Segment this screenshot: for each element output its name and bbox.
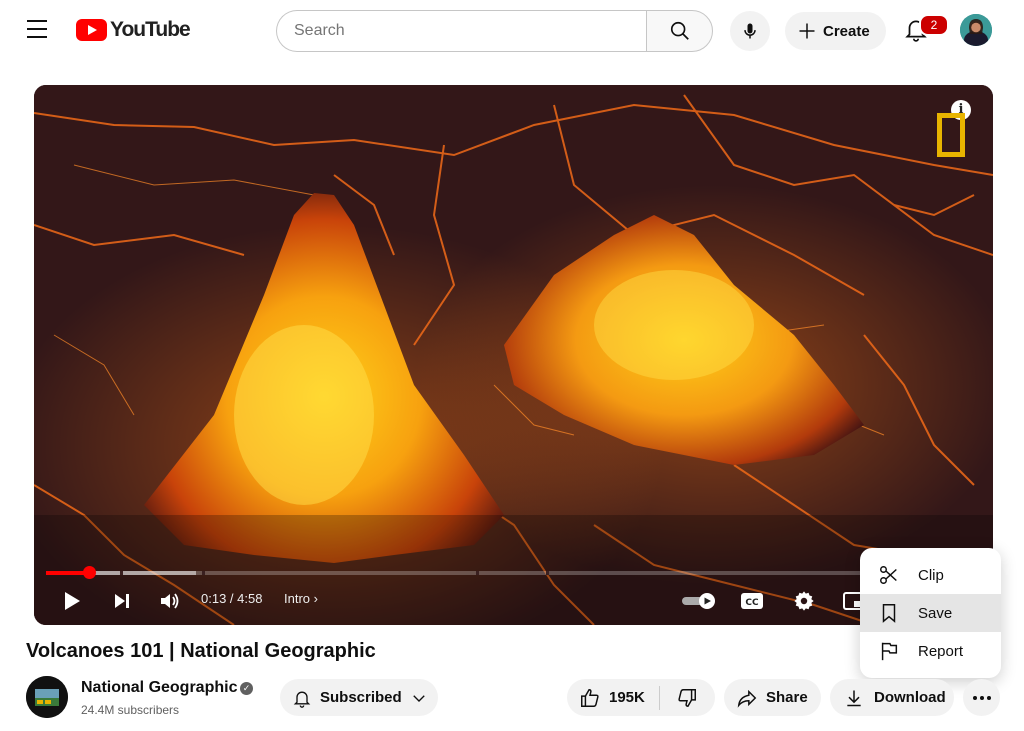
thumbs-down-icon xyxy=(678,688,696,707)
account-avatar[interactable] xyxy=(960,14,992,46)
volume-button[interactable] xyxy=(156,583,184,619)
bell-icon xyxy=(293,691,311,708)
thumbs-up-icon xyxy=(581,688,599,707)
channel-logo-icon xyxy=(26,676,68,718)
verified-check-icon: ✓ xyxy=(240,682,253,695)
menu-item-save[interactable]: Save xyxy=(860,594,1001,632)
share-arrow-icon xyxy=(737,689,757,708)
user-avatar-icon xyxy=(960,14,992,46)
autoplay-toggle-icon xyxy=(682,593,715,609)
next-button[interactable] xyxy=(108,583,136,619)
menu-icon[interactable] xyxy=(27,20,51,40)
svg-text:CC: CC xyxy=(745,598,759,608)
channel-avatar[interactable] xyxy=(26,676,68,718)
voice-search-button[interactable] xyxy=(730,11,770,51)
national-geographic-watermark-icon xyxy=(937,113,965,157)
chapter-label: Intro xyxy=(284,591,311,606)
menu-item-label: Clip xyxy=(918,566,944,584)
menu-item-label: Save xyxy=(918,604,953,622)
like-dislike-group: 195K xyxy=(567,679,715,716)
play-button[interactable] xyxy=(58,583,86,619)
notification-badge: 2 xyxy=(919,14,949,36)
time-display: 0:13 / 4:58 xyxy=(201,591,263,606)
share-button[interactable]: Share xyxy=(724,679,821,716)
chapter-marker xyxy=(202,571,205,575)
notifications-button[interactable]: 2 xyxy=(903,14,949,48)
logo-text: YouTube xyxy=(110,18,191,41)
chevron-down-icon xyxy=(412,694,425,702)
player-controls: 0:13 / 4:58 Intro › CC xyxy=(34,583,993,619)
chapter-marker xyxy=(120,571,123,575)
skip-next-icon xyxy=(115,594,129,608)
progress-bar[interactable] xyxy=(46,566,981,579)
bookmark-icon xyxy=(882,604,896,623)
like-button[interactable]: 195K xyxy=(567,679,645,716)
flag-icon xyxy=(881,642,898,661)
chapter-marker xyxy=(476,571,479,575)
captions-button[interactable]: CC xyxy=(738,583,766,619)
volume-icon xyxy=(161,593,179,609)
menu-item-clip[interactable]: Clip xyxy=(860,556,1001,594)
create-label: Create xyxy=(823,22,870,40)
search-bar xyxy=(276,10,713,52)
search-input[interactable] xyxy=(276,10,646,52)
subscriber-count: 24.4M subscribers xyxy=(81,703,180,717)
settings-button[interactable] xyxy=(790,583,818,619)
subscribed-button[interactable]: Subscribed xyxy=(280,679,438,716)
share-label: Share xyxy=(766,689,808,706)
more-actions-menu: Clip Save Report xyxy=(860,548,1001,678)
video-title: Volcanoes 101 | National Geographic xyxy=(26,640,376,662)
gear-icon xyxy=(794,591,814,611)
subscribed-label: Subscribed xyxy=(320,689,402,706)
download-button[interactable]: Download xyxy=(830,679,954,716)
autoplay-toggle[interactable] xyxy=(680,583,718,619)
download-icon xyxy=(847,690,861,706)
chapter-button[interactable]: Intro › xyxy=(284,591,318,606)
plus-icon xyxy=(799,23,815,39)
search-button[interactable] xyxy=(646,10,713,52)
scissors-icon xyxy=(880,566,897,584)
microphone-icon xyxy=(744,23,756,39)
closed-captions-icon: CC xyxy=(741,593,763,609)
create-button[interactable]: Create xyxy=(785,12,886,50)
top-bar: YouTube Create 2 xyxy=(0,0,1024,62)
chevron-right-icon: › xyxy=(313,591,318,606)
menu-item-label: Report xyxy=(918,642,964,660)
play-icon xyxy=(65,592,80,610)
progress-scrubber[interactable] xyxy=(83,566,96,579)
dislike-button[interactable] xyxy=(660,679,714,716)
download-label: Download xyxy=(874,689,946,706)
video-frame xyxy=(34,85,993,625)
menu-item-report[interactable]: Report xyxy=(860,632,1001,670)
video-player[interactable]: i 0:13 / 4:58 Intro › CC xyxy=(34,85,993,625)
like-count: 195K xyxy=(609,689,645,706)
channel-name[interactable]: National Geographic xyxy=(81,679,237,697)
youtube-logo[interactable]: YouTube xyxy=(76,18,191,42)
more-horizontal-icon xyxy=(972,695,991,700)
search-icon xyxy=(670,21,689,40)
more-actions-button[interactable] xyxy=(963,679,1000,716)
youtube-play-logo-icon xyxy=(76,19,107,41)
chapter-marker xyxy=(546,571,549,575)
